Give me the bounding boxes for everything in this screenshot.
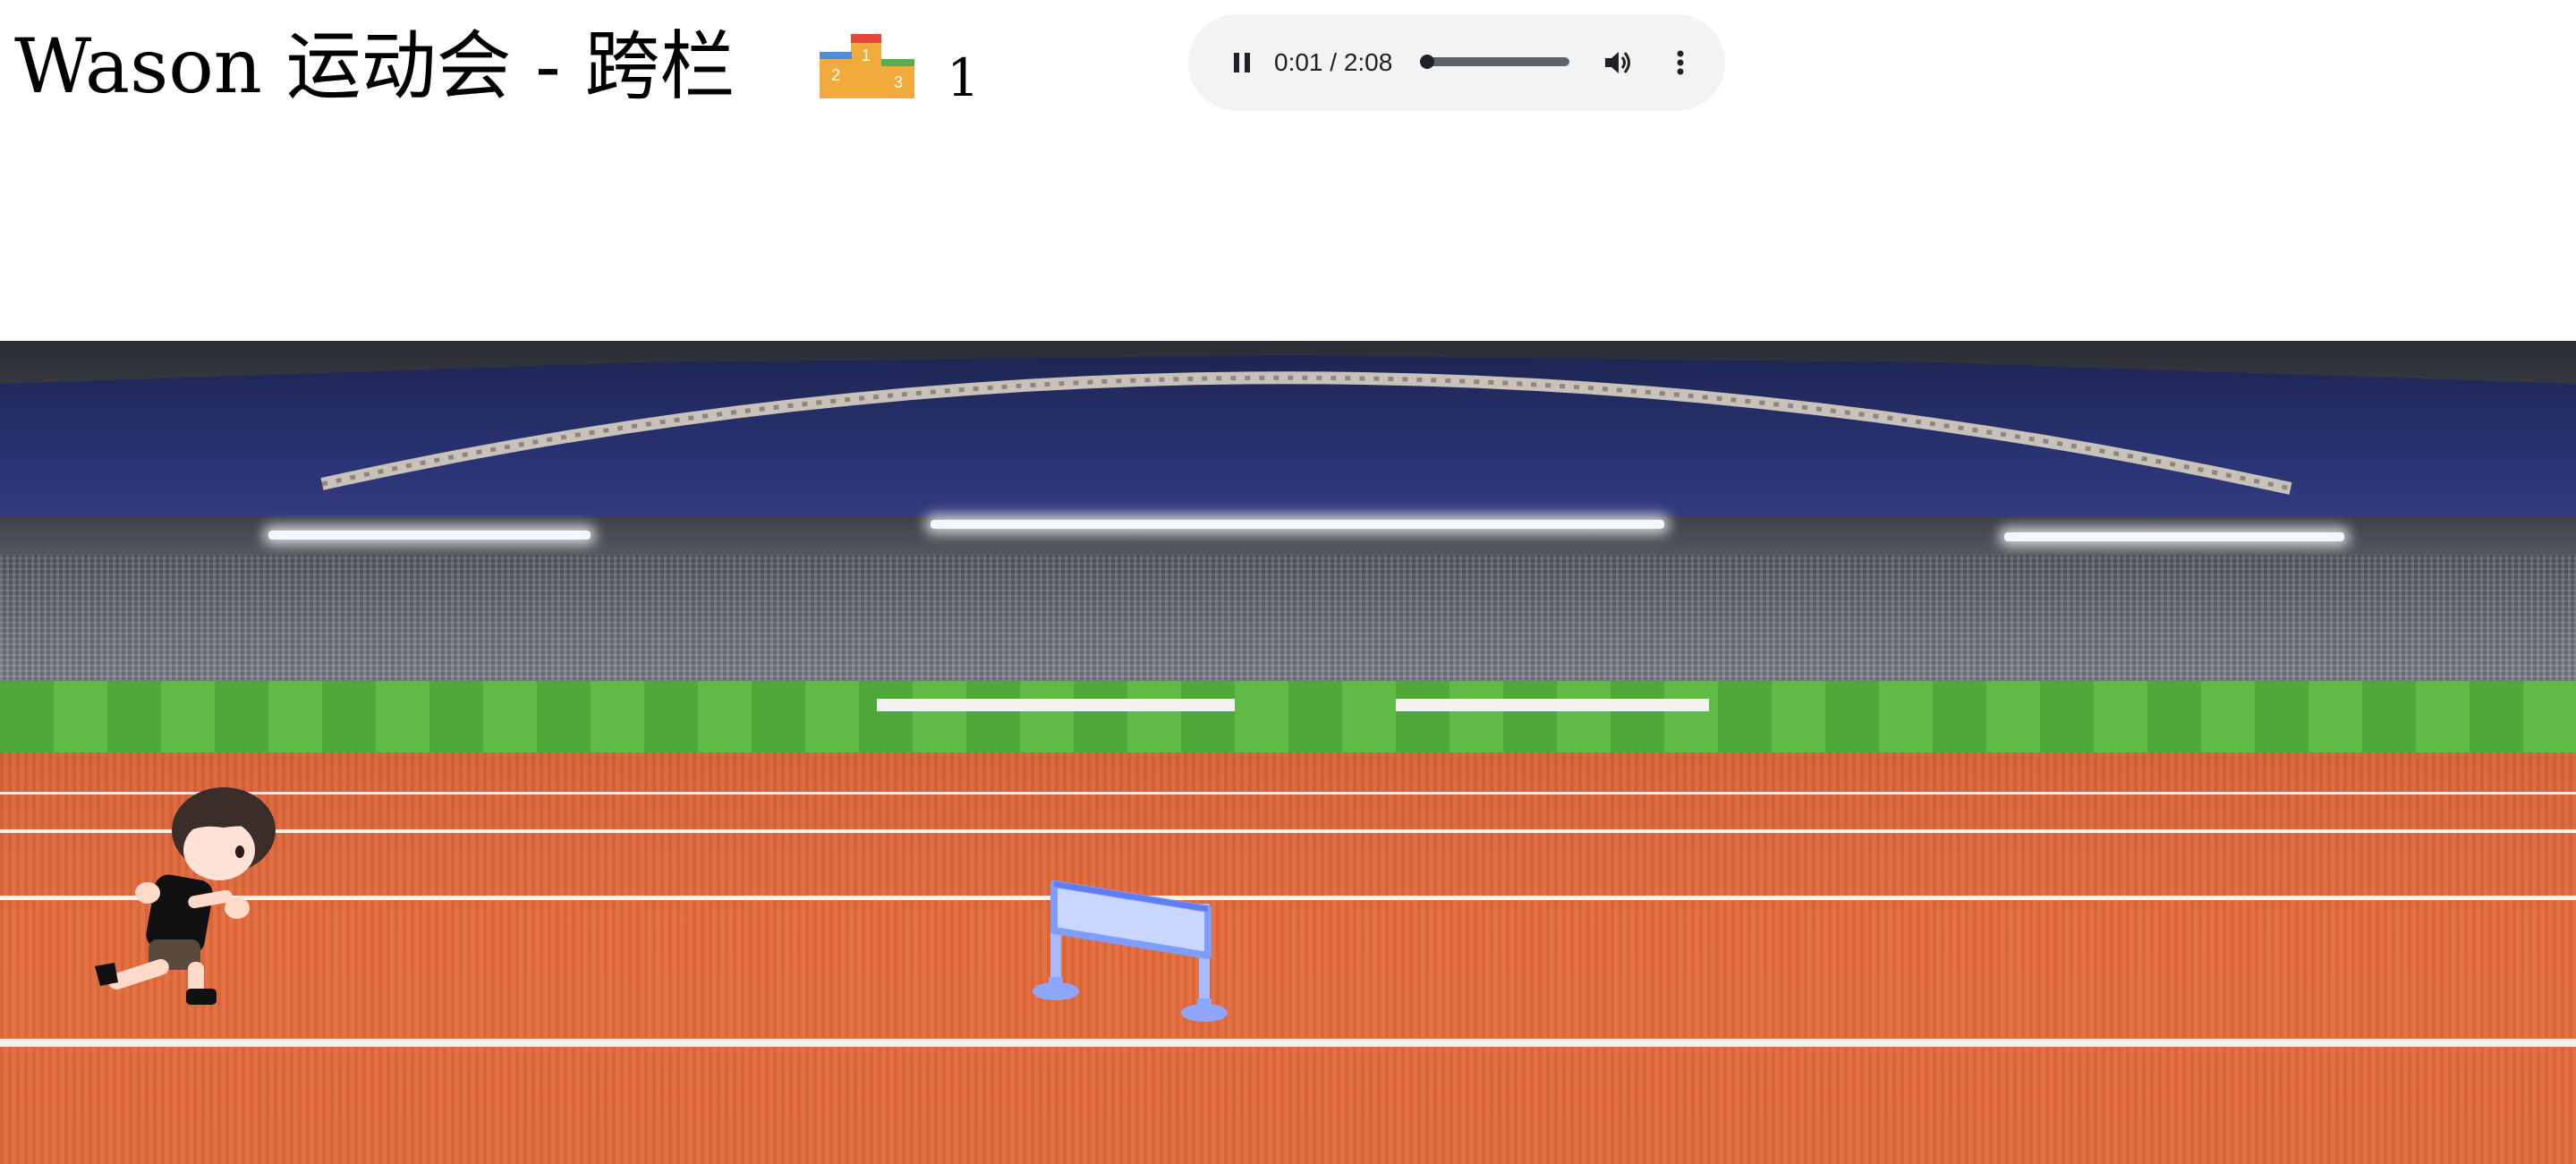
football-pitch <box>0 681 2576 752</box>
top-bar: Wason 运动会 - 跨栏 1 2 3 1 0:01 / 2:08 <box>0 0 2576 340</box>
running-track <box>0 752 2576 1164</box>
floodlight-left <box>268 531 591 540</box>
runner-character <box>95 787 276 1005</box>
audio-player: 0:01 / 2:08 <box>1188 14 1725 111</box>
audio-progress-bar[interactable] <box>1419 55 1569 69</box>
lane-line <box>0 792 2576 794</box>
lane-line <box>0 829 2576 833</box>
floodlight-right <box>2004 532 2344 541</box>
podium-third-label: 3 <box>894 73 903 91</box>
page-title: Wason 运动会 - 跨栏 <box>14 22 735 110</box>
floodlight-center <box>931 520 1664 529</box>
pause-icon[interactable] <box>1224 45 1260 81</box>
podium-icon: 1 2 3 <box>820 34 914 98</box>
podium-first-label: 1 <box>862 47 871 64</box>
lane-line <box>0 1039 2576 1047</box>
audio-time: 0:01 / 2:08 <box>1274 48 1393 76</box>
pitch-banner-right <box>1396 699 1709 711</box>
more-options-icon[interactable] <box>1662 45 1698 81</box>
score-value: 1 <box>947 47 980 108</box>
audio-progress-thumb[interactable] <box>1419 55 1434 69</box>
lane-line <box>0 896 2576 900</box>
podium-graphic: 1 2 3 <box>820 34 914 98</box>
podium-second-label: 2 <box>831 66 840 84</box>
pitch-banner-left <box>877 699 1235 711</box>
volume-icon[interactable] <box>1600 45 1636 81</box>
hurdle-obstacle <box>1033 880 1228 1022</box>
game-scene[interactable] <box>0 341 2576 1164</box>
